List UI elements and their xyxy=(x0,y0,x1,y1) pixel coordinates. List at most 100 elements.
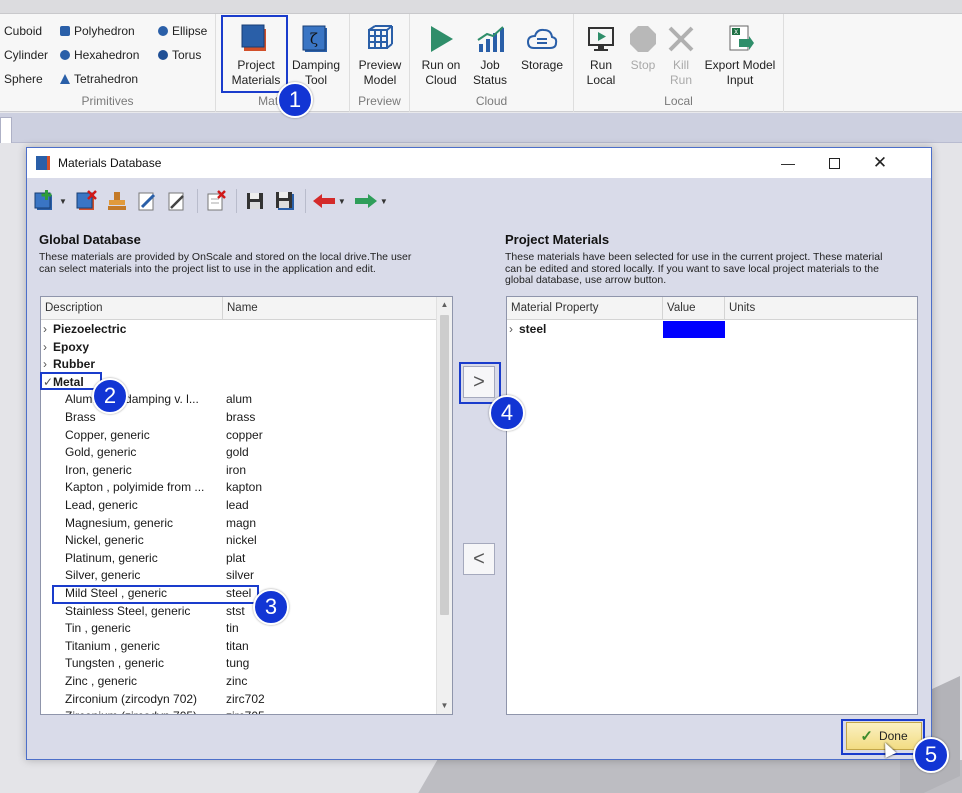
global-scrollbar[interactable]: ▲ ▼ xyxy=(436,297,452,714)
material-row[interactable]: Mild Steel , generic steel xyxy=(41,585,437,603)
maximize-button[interactable] xyxy=(811,148,857,178)
edit-material-button[interactable] xyxy=(165,189,189,213)
damping-tool-icon: ζ xyxy=(299,22,333,56)
material-row[interactable]: Titanium , generic titan xyxy=(41,638,437,656)
material-row[interactable]: Zirconium (zircodyn 702) zirc702 xyxy=(41,691,437,709)
material-name: copper xyxy=(226,427,263,442)
material-row[interactable]: Kapton , polyimide from ... kapton xyxy=(41,479,437,497)
export-model-input-button[interactable]: X Export Model Input xyxy=(700,14,780,92)
material-description: Magnesium, generic xyxy=(65,515,174,530)
material-row[interactable]: Iron, generic iron xyxy=(41,462,437,480)
monitor-play-icon xyxy=(584,22,618,56)
material-row[interactable]: Lead, generic lead xyxy=(41,497,437,515)
stamp-icon xyxy=(107,192,126,210)
move-right-dropdown[interactable]: ▼ xyxy=(380,197,388,206)
bar-chart-icon xyxy=(473,22,507,56)
add-material-dropdown[interactable]: ▼ xyxy=(59,197,67,206)
primitive-cylinder[interactable]: Cylinder xyxy=(4,48,48,62)
svg-text:X: X xyxy=(734,29,738,36)
material-description: Tungsten , generic xyxy=(65,656,164,671)
column-header-name[interactable]: Name xyxy=(223,297,437,320)
stamp-material-button[interactable] xyxy=(105,189,129,213)
primitive-sphere[interactable]: Sphere xyxy=(4,72,43,86)
column-header-units[interactable]: Units xyxy=(725,297,917,320)
category-row-piezoelectric[interactable]: › Piezoelectric xyxy=(41,321,437,339)
material-description: Tin , generic xyxy=(65,621,131,636)
red-arrow-left-icon xyxy=(312,194,335,208)
primitive-tetrahedron[interactable]: Tetrahedron xyxy=(60,72,138,86)
column-header-material-property[interactable]: Material Property xyxy=(507,297,663,320)
save-as-button[interactable] xyxy=(273,189,297,213)
edit-property-button[interactable] xyxy=(135,189,159,213)
job-status-button[interactable]: Job Status xyxy=(468,14,512,92)
toolbar-separator xyxy=(196,189,198,213)
material-description: Gold, generic xyxy=(65,445,137,460)
material-name: tin xyxy=(226,621,239,636)
material-name: iron xyxy=(226,462,247,477)
delete-material-button[interactable] xyxy=(75,189,99,213)
damping-tool-button[interactable]: ζ Damping Tool xyxy=(288,14,344,92)
primitive-cuboid[interactable]: Cuboid xyxy=(4,24,42,38)
column-header-value[interactable]: Value xyxy=(663,297,725,320)
move-right-button[interactable] xyxy=(354,189,378,213)
material-row[interactable]: Tin , generic tin xyxy=(41,620,437,638)
material-row[interactable]: Platinum, generic plat xyxy=(41,550,437,568)
add-to-project-button[interactable]: > xyxy=(463,366,495,398)
preview-model-button[interactable]: Preview Model xyxy=(352,14,408,92)
minimize-button[interactable]: — xyxy=(765,148,811,178)
category-row-epoxy[interactable]: › Epoxy xyxy=(41,339,437,357)
material-row[interactable]: Gold, generic gold xyxy=(41,444,437,462)
project-materials-button[interactable]: Project Materials xyxy=(224,14,288,92)
move-left-dropdown[interactable]: ▼ xyxy=(338,197,346,206)
material-row[interactable]: Copper, generic copper xyxy=(41,427,437,445)
material-row[interactable]: Stainless Steel, generic stst xyxy=(41,603,437,621)
material-row[interactable]: Magnesium, generic magn xyxy=(41,515,437,533)
value-cell-selected[interactable] xyxy=(663,321,725,338)
project-materials-grid: Material Property Value Units › steel xyxy=(506,296,918,715)
dialog-title: Materials Database xyxy=(58,156,162,170)
add-material-button[interactable] xyxy=(33,189,57,213)
scroll-thumb[interactable] xyxy=(440,315,449,615)
toolbar-separator xyxy=(304,189,306,213)
material-row[interactable]: Zinc , generic zinc xyxy=(41,673,437,691)
material-description: Copper, generic xyxy=(65,427,150,442)
material-name: tung xyxy=(226,656,250,671)
app-icon xyxy=(36,156,50,170)
primitive-torus[interactable]: Torus xyxy=(158,48,201,62)
kill-run-button[interactable]: Kill Run xyxy=(662,14,700,92)
torus-icon xyxy=(158,50,168,60)
run-on-cloud-button[interactable]: Run on Cloud xyxy=(414,14,468,92)
hexahedron-icon xyxy=(60,50,70,60)
primitive-hexahedron[interactable]: Hexahedron xyxy=(60,48,139,62)
document-tab[interactable] xyxy=(0,117,12,143)
material-row[interactable]: Silver, generic silver xyxy=(41,567,437,585)
column-header-description[interactable]: Description xyxy=(41,297,223,320)
close-button[interactable]: ✕ xyxy=(857,148,903,178)
category-row-rubber[interactable]: › Rubber xyxy=(41,356,437,374)
material-row[interactable]: Nickel, generic nickel xyxy=(41,532,437,550)
scroll-up-icon[interactable]: ▲ xyxy=(437,297,452,313)
ribbon-group-cloud: Run on Cloud Job Status Storage Cloud xyxy=(410,14,574,112)
project-row-steel[interactable]: › steel xyxy=(507,321,917,339)
material-row[interactable]: Tungsten , generic tung xyxy=(41,655,437,673)
scroll-down-icon[interactable]: ▼ xyxy=(437,698,452,714)
green-arrow-right-icon xyxy=(354,194,377,208)
material-name: titan xyxy=(226,638,249,653)
move-left-button[interactable] xyxy=(312,189,336,213)
material-description: Titanium , generic xyxy=(65,638,160,653)
material-row[interactable]: Zirconium (zircodyn 705) zirc705 xyxy=(41,708,437,714)
storage-button[interactable]: Storage xyxy=(514,14,570,92)
stop-button[interactable]: Stop xyxy=(624,14,662,92)
stop-icon xyxy=(626,22,660,56)
run-local-button[interactable]: Run Local xyxy=(580,14,622,92)
save-button[interactable] xyxy=(243,189,267,213)
clear-document-button[interactable] xyxy=(204,189,228,213)
remove-from-project-button[interactable]: < xyxy=(463,543,495,575)
primitive-ellipse[interactable]: Ellipse xyxy=(158,24,207,38)
primitive-polyhedron[interactable]: Polyhedron xyxy=(60,24,135,38)
project-grid-header: Material Property Value Units xyxy=(507,297,917,320)
dialog-titlebar[interactable]: Materials Database — ✕ xyxy=(27,148,931,178)
chevron-left-icon: < xyxy=(473,547,485,570)
play-icon xyxy=(424,22,458,56)
group-label-local: Local xyxy=(664,94,693,108)
